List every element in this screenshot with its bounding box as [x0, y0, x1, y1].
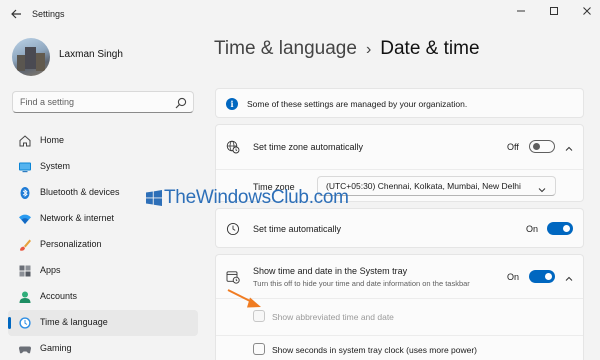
maximize-button[interactable]	[543, 5, 565, 21]
sidebar-item-label: Apps	[40, 265, 61, 275]
home-icon	[18, 134, 32, 148]
sidebar-nav: Home System Bluetooth & devices Network …	[8, 128, 198, 360]
accounts-icon	[18, 290, 32, 304]
tray-state: On	[507, 272, 520, 282]
close-button[interactable]	[576, 5, 598, 21]
sidebar-item-personalization[interactable]: Personalization	[8, 232, 198, 258]
time-language-icon	[18, 316, 32, 330]
banner-text: Some of these settings are managed by yo…	[247, 99, 468, 109]
timezone-auto-label: Set time zone automatically	[253, 142, 364, 152]
divider	[216, 298, 583, 299]
calendar-clock-icon	[226, 270, 240, 284]
search-box[interactable]: Find a setting	[12, 91, 194, 113]
selection-indicator	[8, 317, 11, 329]
divider	[216, 335, 583, 336]
timezone-auto-toggle[interactable]	[529, 140, 555, 153]
system-icon	[18, 160, 32, 174]
avatar	[12, 38, 50, 76]
search-input[interactable]: Find a setting	[20, 97, 74, 107]
sidebar-item-accounts[interactable]: Accounts	[8, 284, 198, 310]
back-arrow-icon[interactable]	[10, 8, 24, 22]
sidebar-item-gaming[interactable]: Gaming	[8, 336, 198, 360]
info-icon: i	[226, 98, 238, 110]
chevron-up-icon[interactable]	[564, 271, 574, 281]
sidebar-item-network[interactable]: Network & internet	[8, 206, 198, 232]
sidebar-item-label: Network & internet	[40, 213, 115, 223]
user-name: Laxman Singh	[59, 49, 123, 60]
abbreviated-time-label: Show abbreviated time and date	[272, 312, 394, 322]
tray-toggle[interactable]	[529, 270, 555, 283]
sidebar-item-system[interactable]: System	[8, 154, 198, 180]
clock-icon	[226, 222, 240, 236]
sidebar-item-time-language[interactable]: Time & language	[8, 310, 198, 336]
page-title: Date & time	[380, 38, 480, 59]
show-seconds-checkbox[interactable]	[253, 343, 265, 355]
network-icon	[18, 212, 32, 226]
timezone-dropdown[interactable]: (UTC+05:30) Chennai, Kolkata, Mumbai, Ne…	[317, 176, 556, 196]
time-auto-card: Set time automatically On	[215, 208, 584, 248]
managed-by-organization-banner: i Some of these settings are managed by …	[215, 88, 584, 118]
tray-label: Show time and date in the System tray	[253, 266, 408, 276]
time-auto-toggle[interactable]	[547, 222, 573, 235]
sidebar-item-label: Personalization	[40, 239, 102, 249]
apps-icon	[18, 264, 32, 278]
chevron-down-icon	[537, 182, 547, 193]
time-auto-label: Set time automatically	[253, 224, 342, 234]
timezone-auto-state: Off	[507, 142, 519, 152]
sidebar-item-apps[interactable]: Apps	[8, 258, 198, 284]
personalization-icon	[18, 238, 32, 252]
search-icon[interactable]	[175, 96, 187, 109]
sidebar-item-label: Bluetooth & devices	[40, 187, 120, 197]
annotation-arrow-icon	[226, 288, 266, 314]
sidebar-item-home[interactable]: Home	[8, 128, 198, 154]
sidebar-item-label: Home	[40, 135, 65, 145]
timezone-value: (UTC+05:30) Chennai, Kolkata, Mumbai, Ne…	[326, 181, 521, 191]
breadcrumb-separator-icon: ›	[365, 41, 372, 58]
breadcrumb: Time & language › Date & time	[214, 38, 480, 60]
tray-description: Turn this off to hide your time and date…	[253, 279, 470, 288]
breadcrumb-parent[interactable]: Time & language	[214, 38, 357, 59]
bluetooth-icon	[18, 186, 32, 200]
sidebar-item-label: Gaming	[40, 343, 72, 353]
chevron-up-icon[interactable]	[564, 141, 574, 151]
divider	[216, 169, 583, 170]
sidebar-item-label: System	[40, 161, 71, 171]
window-title: Settings	[32, 9, 65, 19]
time-auto-state: On	[526, 224, 539, 234]
windows-logo-icon	[145, 189, 163, 207]
gaming-icon	[18, 342, 32, 356]
sidebar-item-label: Time & language	[40, 317, 108, 327]
title-bar: Settings	[0, 0, 600, 30]
show-seconds-label: Show seconds in system tray clock (uses …	[272, 345, 478, 355]
sidebar-item-label: Accounts	[40, 291, 78, 301]
globe-clock-icon	[226, 140, 240, 154]
minimize-button[interactable]	[510, 5, 532, 21]
system-tray-card: Show time and date in the System tray Tu…	[215, 254, 584, 360]
watermark-text: TheWindowsClub.com	[164, 187, 349, 208]
